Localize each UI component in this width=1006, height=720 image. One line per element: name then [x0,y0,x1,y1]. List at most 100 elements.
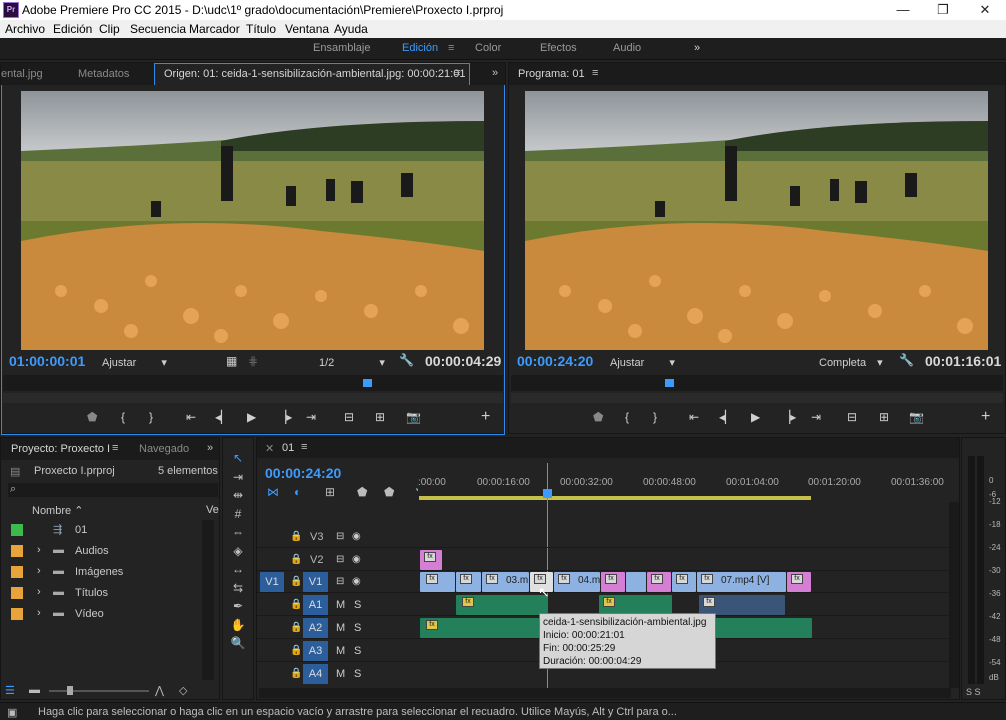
timeline-clip[interactable]: fx [672,572,696,592]
tab-sequence[interactable]: 01 [282,442,294,454]
program-time-ruler[interactable] [511,375,1003,391]
track-label[interactable]: A1 [303,595,328,615]
wrench-icon[interactable]: 🔧 [399,353,414,367]
eye-icon[interactable]: ◉ [352,554,361,565]
meter-solo-buttons[interactable]: S S [966,687,981,697]
menu-ayuda[interactable]: Ayuda [334,22,368,36]
lock-icon[interactable]: 🔒 [290,622,302,633]
mark-in-icon[interactable]: { [625,410,629,424]
track-select-tool-icon[interactable]: ⇥ [229,470,247,484]
tab-origen[interactable]: Origen: 01: ceida-1-sensibilización-ambi… [164,68,465,80]
track-label[interactable]: A4 [303,664,328,684]
lock-icon[interactable]: 🔒 [290,645,302,656]
project-list-item[interactable]: › ▬ Audios [1,541,216,562]
timeline-horizontal-scrollbar[interactable] [259,688,951,698]
source-timecode-in[interactable]: 01:00:00:01 [9,353,85,369]
selection-tool-icon[interactable]: ↖ [229,451,247,465]
ripple-edit-tool-icon[interactable]: ⇹ [229,488,247,502]
project-list-item[interactable]: › ▬ Títulos [1,583,216,604]
workspace-audio[interactable]: Audio [613,42,641,54]
timeline-clip[interactable]: fx 04.m [554,572,600,592]
step-back-icon[interactable]: ◂▏ [215,410,230,424]
add-marker-icon[interactable]: ⬟ [87,410,97,424]
workspace-efectos[interactable]: Efectos [540,42,577,54]
program-playhead[interactable] [665,379,674,387]
expand-arrow-icon[interactable]: › [37,544,41,556]
mute-button[interactable]: M [336,668,345,680]
extract-icon[interactable]: ⊞ [879,410,889,424]
snap-icon[interactable]: ⋈ [267,485,279,499]
timeline-clip[interactable] [626,572,646,592]
close-button[interactable]: ✕ [970,2,1000,18]
source-patch-v1[interactable]: V1 [260,572,284,592]
slip-tool-icon[interactable]: ↔ [229,562,247,576]
project-menu-icon[interactable]: ≡ [112,442,118,454]
play-icon[interactable]: ▶ [247,410,256,424]
timeline-vertical-scrollbar[interactable] [949,502,959,688]
expand-arrow-icon[interactable]: › [37,586,41,598]
source-menu-icon[interactable]: ≡ [454,67,460,79]
source-resolution-select[interactable]: 1/2 ▾ [319,356,385,369]
program-timecode-in[interactable]: 00:00:24:20 [517,353,593,369]
safe-margins-icon[interactable]: ▦ [226,354,237,368]
minimize-button[interactable]: — [888,2,918,17]
project-search-input[interactable]: ⌕ [8,483,218,497]
lock-icon[interactable]: 🔒 [290,576,302,587]
go-to-out-icon[interactable]: ⇥ [811,410,821,424]
source-time-ruler[interactable] [3,375,503,391]
timeline-clip[interactable]: fx 07.mp4 [V] [697,572,786,592]
menu-ventana[interactable]: Ventana [285,22,329,36]
solo-button[interactable]: S [354,599,361,611]
insert-icon[interactable]: ⊟ [344,410,354,424]
go-to-in-icon[interactable]: ⇤ [689,410,699,424]
timeline-clip[interactable]: fx [456,572,481,592]
add-button-icon[interactable]: + [481,408,490,426]
wrench-icon[interactable]: 🔧 [899,353,914,367]
mark-out-icon[interactable]: } [653,410,657,424]
program-resolution-select[interactable]: Completa ▾ [819,356,883,369]
tab-programa[interactable]: Programa: 01 [518,68,585,80]
slide-tool-icon[interactable]: ⇆ [229,581,247,595]
icon-view-icon[interactable]: ▬ [29,684,40,696]
project-more-icon[interactable]: » [207,442,213,454]
tab-proyecto[interactable]: Proyecto: Proxecto I [11,443,110,455]
source-zoom-bar[interactable] [3,393,503,403]
workspace-color[interactable]: Color [475,42,501,54]
program-menu-icon[interactable]: ≡ [592,67,598,79]
marker-icon[interactable]: ⬟ [384,485,394,499]
lock-icon[interactable]: 🔒 [290,554,302,565]
project-list-item[interactable]: › ▬ Imágenes [1,562,216,583]
step-back-icon[interactable]: ◂▏ [719,410,734,424]
mute-button[interactable]: M [336,622,345,634]
menu-secuencia[interactable]: Secuencia [130,22,186,36]
lift-icon[interactable]: ⊟ [847,410,857,424]
pen-tool-icon[interactable]: ✒ [229,599,247,613]
project-scrollbar[interactable] [202,520,214,680]
lock-icon[interactable]: 🔒 [290,599,302,610]
source-playhead[interactable] [363,379,372,387]
workspace-more-icon[interactable]: » [694,42,700,54]
menu-titulo[interactable]: Título [246,22,276,36]
workspace-edicion[interactable]: Edición [402,42,438,54]
rate-stretch-tool-icon[interactable]: ⇔ [229,525,247,539]
close-icon[interactable]: ✕ [265,442,274,455]
workspace-menu-icon[interactable]: ≡ [448,42,454,54]
project-list-item[interactable]: ⇶ 01 [1,520,216,541]
rolling-edit-tool-icon[interactable]: # [229,507,247,521]
column-video[interactable]: Ve [206,504,219,516]
track-label[interactable]: V1 [303,572,328,592]
track-label[interactable]: A3 [303,641,328,661]
tab-navegado[interactable]: Navegado [139,443,189,455]
timeline-timecode[interactable]: 00:00:24:20 [265,465,341,481]
expand-arrow-icon[interactable]: › [37,565,41,577]
eye-icon[interactable]: ◉ [352,531,361,542]
automate-icon[interactable]: ◇ [179,684,187,697]
add-marker-icon[interactable]: ⬟ [593,410,603,424]
timeline-clip[interactable]: fx 03.m [482,572,529,592]
menu-marcador[interactable]: Marcador [189,22,240,36]
timeline-menu-icon[interactable]: ≡ [301,441,307,453]
go-to-in-icon[interactable]: ⇤ [186,410,196,424]
mark-out-icon[interactable]: } [149,410,153,424]
tab-image[interactable]: ental.jpg [1,68,43,80]
program-fit-select[interactable]: Ajustar ▾ [610,356,675,369]
